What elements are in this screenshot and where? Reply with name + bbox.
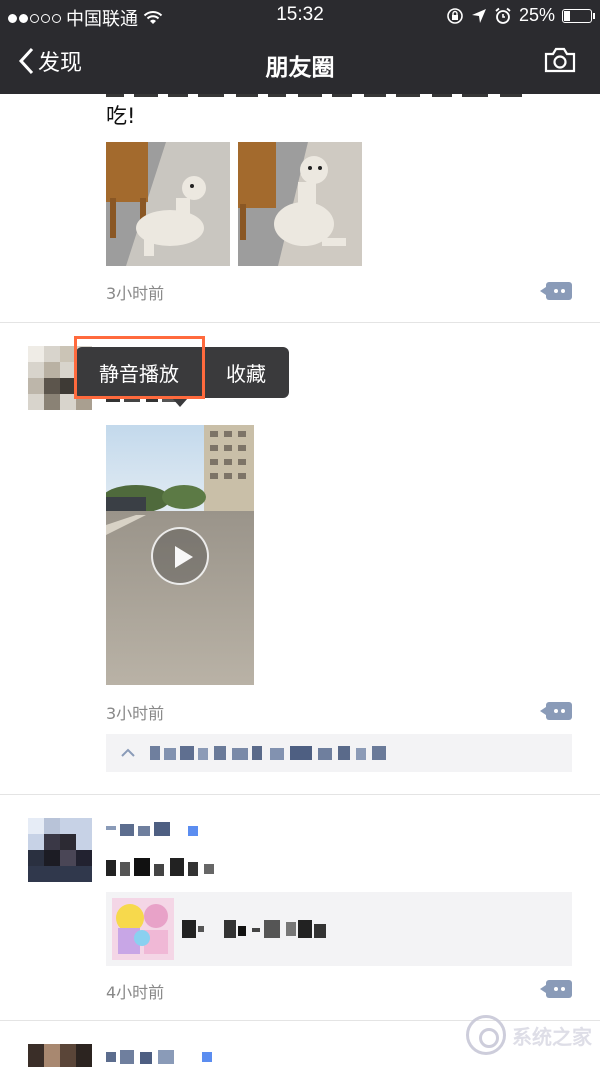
shared-link-card[interactable]: [106, 892, 572, 966]
alarm-icon: [495, 7, 511, 24]
page-title: 朋友圈: [265, 55, 335, 81]
camera-button[interactable]: [544, 47, 576, 77]
video-context-menu: 静音播放 收藏: [76, 347, 289, 407]
shared-title-blurred: [182, 920, 326, 938]
shared-thumbnail: [112, 898, 174, 960]
rotation-lock-icon: [447, 7, 463, 24]
post-photo-2[interactable]: [238, 142, 362, 266]
author-name-blurred[interactable]: [106, 822, 202, 844]
moments-feed[interactable]: 吃! 3小时前 3小时前 4小时前: [0, 94, 600, 1067]
likes-section: [106, 734, 572, 772]
post-divider: [0, 794, 600, 795]
clipped-text-line: [106, 94, 522, 97]
comment-button[interactable]: [540, 282, 572, 300]
post-time: 4小时前: [106, 983, 165, 1002]
watermark-text: 系统之家: [512, 1024, 592, 1049]
battery-percent: 25%: [518, 5, 555, 25]
status-bar: 中国联通 15:32 25%: [0, 0, 600, 32]
status-right: 25%: [446, 5, 595, 26]
watermark: 系统之家: [466, 1015, 592, 1055]
post-text-blurred: [106, 856, 218, 884]
favorite-menu-item[interactable]: 收藏: [203, 347, 289, 398]
camera-icon: [544, 47, 576, 73]
location-icon: [471, 8, 486, 23]
navigation-bar: 发现 朋友圈: [0, 32, 600, 94]
mute-play-menu-item[interactable]: 静音播放: [76, 347, 202, 398]
post-photo-1[interactable]: [106, 142, 230, 266]
popup-arrow: [172, 398, 188, 407]
blurred-likes-text: [121, 746, 386, 760]
post-divider: [0, 322, 600, 323]
battery-icon: [562, 8, 595, 23]
play-button[interactable]: [151, 527, 209, 585]
post-text-cut-off: [106, 94, 536, 110]
comment-button[interactable]: [540, 702, 572, 720]
comment-button[interactable]: [540, 980, 572, 998]
author-name-blurred[interactable]: [106, 1048, 216, 1067]
post-text: 吃!: [106, 104, 136, 128]
avatar[interactable]: [28, 1044, 92, 1067]
watermark-logo-icon: [466, 1015, 506, 1055]
post-time: 3小时前: [106, 704, 165, 723]
post-time: 3小时前: [106, 284, 165, 303]
video-thumbnail[interactable]: [106, 425, 254, 685]
avatar[interactable]: [28, 818, 92, 882]
